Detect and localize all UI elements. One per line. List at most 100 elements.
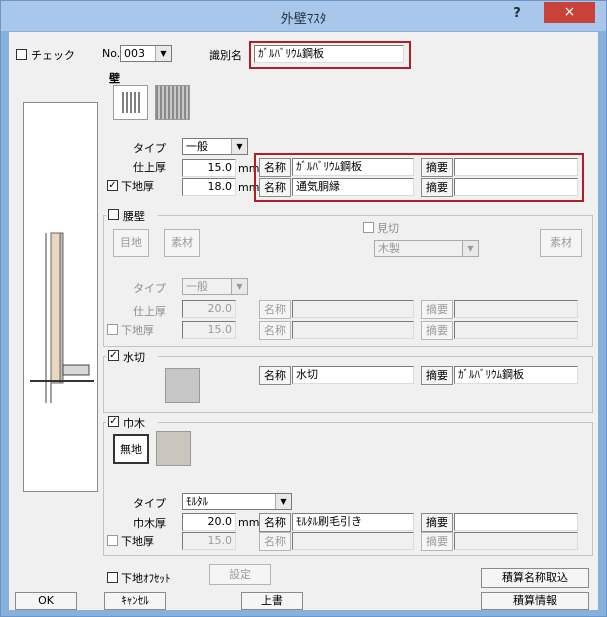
wall-section-drawing [30,232,94,403]
id-label: 識別名 [209,49,242,62]
baseboard-label: 巾木 [123,417,145,430]
baseboard-name-button[interactable]: 名称 [259,513,291,532]
wall-layer [50,232,61,384]
water-cut-header: ✓ 水切 [106,349,158,364]
wainscot-checkbox[interactable] [108,209,119,220]
baseboard-base-summary-input[interactable] [454,532,578,550]
wall-layer [59,232,64,384]
estimate-info-button[interactable]: 積算情報 [481,592,589,610]
wainscot-base-checkbox[interactable] [107,324,118,335]
offset-label: 下地ｵﾌｾｯﾄ [121,572,171,585]
check-checkbox[interactable] [16,49,27,60]
baseboard-name-input[interactable]: ﾓﾙﾀﾙ刷毛引き [292,513,414,531]
wall-texture-vertical[interactable] [113,85,148,120]
baseboard-base-summary-button[interactable]: 摘要 [421,532,453,551]
wainscot-base-summary-button[interactable]: 摘要 [421,321,453,340]
no-select-value: 003 [124,47,145,60]
id-highlight [249,41,411,69]
wainscot-finish-summary-input[interactable] [454,300,578,318]
water-cut-swatch[interactable] [165,368,200,403]
wainscot-base-thickness-label: 下地厚 [121,324,154,337]
wall-base-checkbox[interactable]: ✓ [107,180,118,191]
chevron-down-icon: ▼ [231,139,247,154]
offset-checkbox[interactable] [107,572,118,583]
mm-unit: mm [238,516,260,529]
water-cut-name-input[interactable]: 水切 [292,366,414,384]
wainscot-base-name-button[interactable]: 名称 [259,321,291,340]
name-summary-highlight [254,153,584,202]
no-select[interactable]: 003 ▼ [120,45,172,62]
wainscot-material-button[interactable]: 素材 [164,229,200,257]
check-icon: ✓ [108,180,117,191]
close-button[interactable]: × [544,2,595,23]
wainscot-base-thickness-input[interactable]: 15.0 [182,321,236,339]
wall-preview [23,102,98,492]
baseboard-base-checkbox[interactable] [107,535,118,546]
wainscot-finish-summary-button[interactable]: 摘要 [421,300,453,319]
wainscot-type-select[interactable]: 一般 ▼ [182,278,248,295]
overwrite-button[interactable]: 上書 [241,592,303,610]
title-bar[interactable]: 外壁ﾏｽﾀ ? × [1,1,606,31]
baseboard-type-select[interactable]: ﾓﾙﾀﾙ ▼ [182,493,292,510]
baseboard-summary-input[interactable] [454,513,578,531]
chevron-down-icon: ▼ [462,241,478,256]
wainscot-finish-thickness-input[interactable]: 20.0 [182,300,236,318]
check-icon: ✓ [109,416,118,427]
baseboard-summary-button[interactable]: 摘要 [421,513,453,532]
chevron-down-icon: ▼ [155,46,171,61]
wainscot-joint-button[interactable]: 目地 [113,229,149,257]
water-cut-checkbox[interactable]: ✓ [108,350,119,361]
mikiri-select[interactable]: 木製 ▼ [374,240,479,257]
wainscot-finish-name-button[interactable]: 名称 [259,300,291,319]
mikiri-select-value: 木製 [378,242,400,255]
chevron-down-icon: ▼ [231,279,247,294]
baseboard-texture-swatch[interactable] [156,431,191,466]
baseboard-thickness-input[interactable]: 20.0 [182,513,236,531]
baseboard-header: ✓ 巾木 [106,415,158,430]
chevron-down-icon: ▼ [275,494,291,509]
wall-base-thickness-input[interactable]: 18.0 [182,178,236,196]
water-cut-label: 水切 [123,351,145,364]
water-cut-name-button[interactable]: 名称 [259,366,291,385]
ok-button[interactable]: OK [15,592,77,610]
wall-base-thickness-label: 下地厚 [121,180,154,193]
mikiri-label: 見切 [377,222,399,235]
mikiri-material-button[interactable]: 素材 [540,229,582,257]
wall-finish-thickness-label: 仕上厚 [133,161,166,174]
wainscot-base-summary-input[interactable] [454,321,578,339]
wainscot-base-name-input[interactable] [292,321,414,339]
dialog-body: チェック No. 003 ▼ 識別名 ｶﾞﾙﾊﾞﾘｳﾑ鋼板 壁 タイプ 一般 ▼… [9,32,598,610]
baseboard-plain-button[interactable]: 無地 [113,434,149,464]
wall-type-label: タイプ [133,142,166,155]
wainscot-finish-thickness-label: 仕上厚 [133,305,166,318]
wall-type-select[interactable]: 一般 ▼ [182,138,248,155]
estimate-import-button[interactable]: 積算名称取込 [481,568,589,588]
wall-texture-material[interactable] [155,85,190,120]
help-button[interactable]: ? [507,6,527,24]
settings-button[interactable]: 設定 [209,564,271,585]
baseboard-base-thickness-label: 下地厚 [121,535,154,548]
water-cut-summary-input[interactable]: ｶﾞﾙﾊﾞﾘｳﾑ鋼板 [454,366,578,384]
baseboard-type-label: タイプ [133,497,166,510]
cancel-button[interactable]: ｷｬﾝｾﾙ [104,592,166,610]
vertical-lines-icon [122,92,140,113]
wainscot-type-label: タイプ [133,282,166,295]
baseboard-base-name-button[interactable]: 名称 [259,532,291,551]
wall-type-value: 一般 [186,140,208,153]
baseboard-base-thickness-input[interactable]: 15.0 [182,532,236,550]
wall-finish-thickness-input[interactable]: 15.0 [182,159,236,177]
no-label: No. [102,47,121,60]
wainscot-header: 腰壁 [106,208,158,223]
check-icon: ✓ [109,350,118,361]
water-cut-section [62,364,90,376]
baseboard-base-name-input[interactable] [292,532,414,550]
wainscot-finish-name-input[interactable] [292,300,414,318]
baseboard-checkbox[interactable]: ✓ [108,416,119,427]
baseboard-thickness-label: 巾木厚 [133,517,166,530]
mikiri-checkbox[interactable] [363,222,374,233]
wainscot-label: 腰壁 [123,210,145,223]
baseboard-type-value: ﾓﾙﾀﾙ [186,495,208,508]
wainscot-type-value: 一般 [186,280,208,293]
check-label: チェック [31,49,75,62]
water-cut-summary-button[interactable]: 摘要 [421,366,453,385]
